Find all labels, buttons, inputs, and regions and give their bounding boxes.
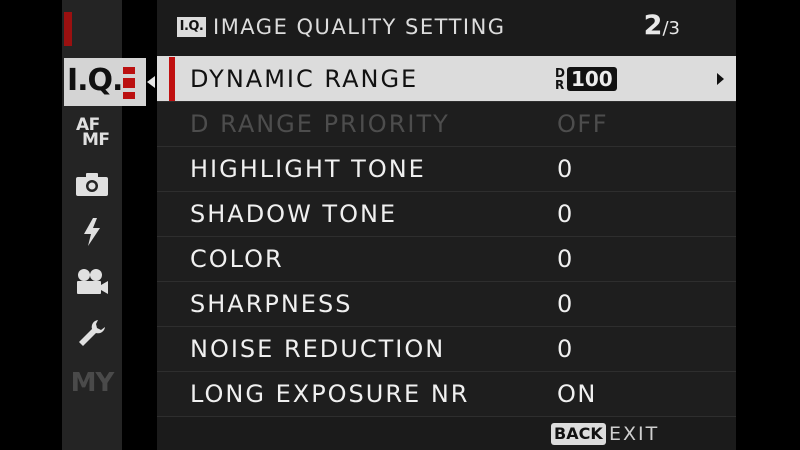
- menu-item-label: SHADOW TONE: [190, 200, 398, 228]
- menu-item-value: 0: [557, 335, 574, 363]
- flash-icon: [84, 218, 100, 246]
- tab-movie[interactable]: [68, 268, 116, 296]
- exit-label: EXIT: [609, 423, 660, 445]
- page-title: IMAGE QUALITY SETTING: [213, 15, 506, 39]
- menu-item-value: 0: [557, 155, 574, 183]
- wrench-icon: [79, 320, 105, 346]
- menu-item-value: 0: [557, 200, 574, 228]
- dynamic-range-value: D R 100: [555, 66, 617, 92]
- page-current: 2: [643, 10, 663, 41]
- menu-item-dynamic-range[interactable]: DYNAMIC RANGE D R 100: [157, 56, 736, 101]
- movie-camera-icon: [77, 269, 108, 294]
- dr-icon: D R: [555, 66, 565, 92]
- menu-item-label: NOISE REDUCTION: [190, 335, 446, 363]
- tab-af-mf[interactable]: AF MF: [68, 117, 116, 150]
- tab-flash[interactable]: [68, 218, 116, 246]
- menu-item-label: D RANGE PRIORITY: [190, 110, 450, 138]
- dynamic-range-number: 100: [566, 67, 617, 91]
- camera-icon: [76, 173, 108, 196]
- selection-marker: [169, 57, 175, 101]
- tab-image-quality-label: I.Q.: [67, 63, 123, 98]
- menu-item-long-exposure-nr[interactable]: LONG EXPOSURE NR ON: [157, 371, 736, 416]
- submenu-arrow-icon: [717, 73, 724, 85]
- menu-item-sharpness[interactable]: SHARPNESS 0: [157, 281, 736, 326]
- menu-item-value: 0: [557, 245, 574, 273]
- menu-item-value: ON: [557, 380, 597, 408]
- menu-panel: I.Q. IMAGE QUALITY SETTING 2/3 DYNAMIC R…: [157, 0, 736, 450]
- menu-header: I.Q. IMAGE QUALITY SETTING 2/3: [157, 0, 736, 56]
- menu-item-label: DYNAMIC RANGE: [190, 65, 419, 93]
- menu-item-value: OFF: [557, 110, 608, 138]
- tab-setup[interactable]: [68, 318, 116, 348]
- menu-item-label: SHARPNESS: [190, 290, 353, 318]
- menu-item-label: LONG EXPOSURE NR: [190, 380, 470, 408]
- tab-my-menu-label: MY: [70, 368, 115, 398]
- back-button[interactable]: BACK: [551, 423, 606, 445]
- tab-image-quality[interactable]: I.Q.: [64, 58, 146, 106]
- page-indicator: 2/3: [644, 10, 680, 41]
- menu-item-noise-reduction[interactable]: NOISE REDUCTION 0: [157, 326, 736, 371]
- tab-shooting[interactable]: [68, 172, 116, 196]
- page-total: /3: [662, 18, 680, 39]
- image-quality-badge: I.Q.: [177, 17, 206, 37]
- settings-list: DYNAMIC RANGE D R 100 D RANGE PRIORITY O…: [157, 56, 736, 416]
- menu-item-shadow-tone[interactable]: SHADOW TONE 0: [157, 191, 736, 236]
- active-tab-marker: [123, 67, 135, 99]
- menu-item-highlight-tone[interactable]: HIGHLIGHT TONE 0: [157, 146, 736, 191]
- menu-item-d-range-priority[interactable]: D RANGE PRIORITY OFF: [157, 101, 736, 146]
- tab-mf-label: MF: [82, 130, 110, 150]
- tab-my-menu[interactable]: MY: [68, 368, 116, 398]
- menu-footer: BACK EXIT: [157, 416, 736, 450]
- menu-item-color[interactable]: COLOR 0: [157, 236, 736, 281]
- tab-scroll-indicator: [64, 12, 72, 46]
- menu-item-label: COLOR: [190, 245, 284, 273]
- menu-item-label: HIGHLIGHT TONE: [190, 155, 426, 183]
- menu-item-value: 0: [557, 290, 574, 318]
- active-tab-pointer-icon: [147, 76, 155, 88]
